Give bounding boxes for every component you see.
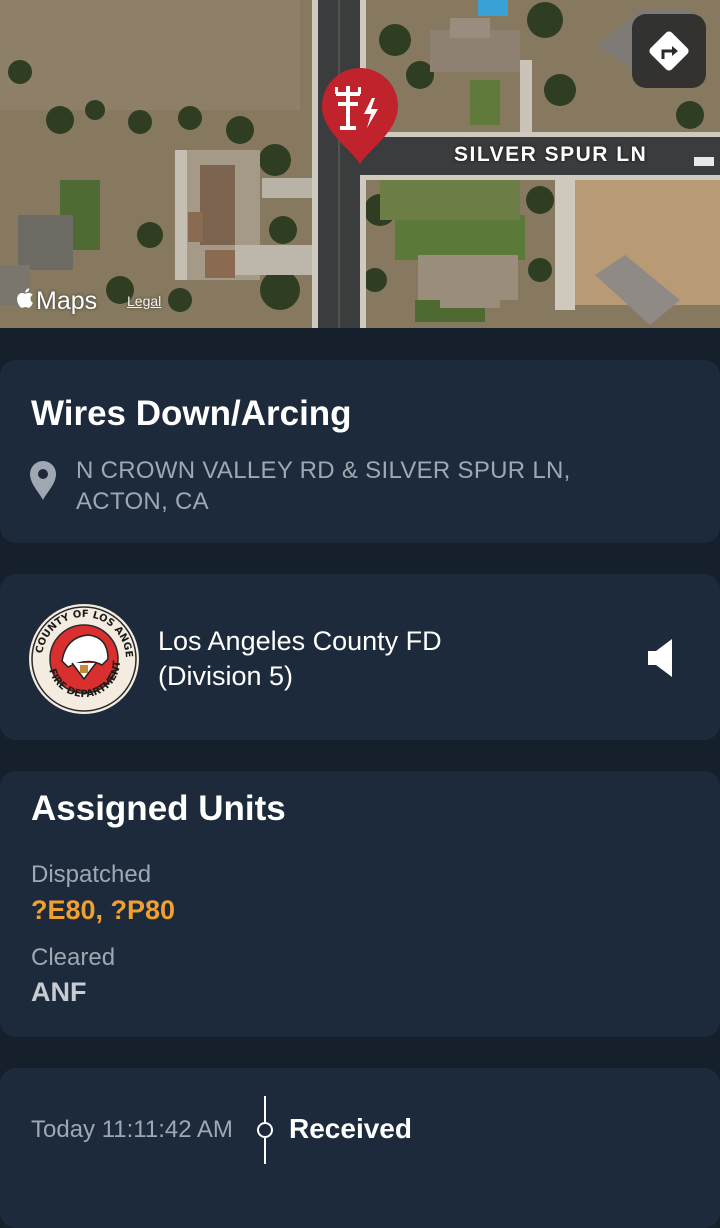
incident-address: N CROWN VALLEY RD & SILVER SPUR LN, ACTO… xyxy=(76,455,676,517)
map-view[interactable]: SILVER SPUR LN Maps Legal xyxy=(0,0,720,328)
legal-link[interactable]: Legal xyxy=(127,293,161,309)
incident-card: Wires Down/Arcing N CROWN VALLEY RD & SI… xyxy=(0,360,720,543)
address-line-1: N CROWN VALLEY RD & SILVER SPUR LN, xyxy=(76,457,571,484)
incident-title: Wires Down/Arcing xyxy=(31,394,352,433)
road-label: SILVER SPUR LN xyxy=(454,143,648,166)
agency-name: Los Angeles County FD (Division 5) xyxy=(158,624,442,694)
dispatched-units: ?E80, ?P80 xyxy=(31,895,176,925)
timeline-node-icon xyxy=(257,1096,273,1164)
agency-card[interactable]: COUNTY OF LOS ANGELES FIRE DEPARTMENT Lo… xyxy=(0,574,720,740)
maps-logo: Maps xyxy=(16,287,97,316)
la-county-fire-seal: COUNTY OF LOS ANGELES FIRE DEPARTMENT xyxy=(28,603,139,714)
directions-button[interactable] xyxy=(632,14,706,88)
timeline-status: Received xyxy=(289,1113,412,1144)
cleared-units: ANF xyxy=(31,977,87,1007)
agency-name-line-1: Los Angeles County FD xyxy=(158,626,442,656)
maps-logo-text: Maps xyxy=(36,287,98,315)
units-title: Assigned Units xyxy=(31,789,286,828)
assigned-units-card: Assigned Units Dispatched ?E80, ?P80 Cle… xyxy=(0,771,720,1037)
timeline-time: Today 11:11:42 AM xyxy=(31,1116,233,1143)
agency-name-line-2: (Division 5) xyxy=(158,661,294,691)
power-line-icon[interactable] xyxy=(318,66,402,166)
address-line-2: ACTON, CA xyxy=(76,488,209,515)
cleared-label: Cleared xyxy=(31,944,116,971)
directions-icon xyxy=(649,31,689,71)
location-pin-icon xyxy=(30,461,56,500)
timeline-card: Today 11:11:42 AM Received xyxy=(0,1068,720,1228)
apple-logo-icon xyxy=(17,288,33,308)
speaker-icon[interactable] xyxy=(646,638,674,678)
dispatched-label: Dispatched xyxy=(31,861,152,888)
